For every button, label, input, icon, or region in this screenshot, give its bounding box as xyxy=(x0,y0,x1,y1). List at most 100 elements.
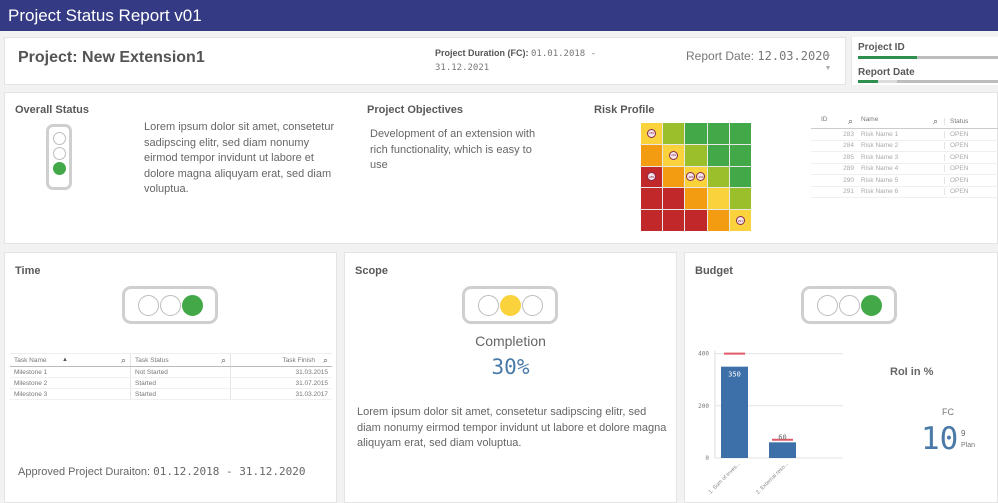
risk-cell[interactable] xyxy=(663,166,685,188)
budget-bar-chart[interactable]: 0 200 400 350 1. Sum of inves... 60 2. Externa… xyxy=(685,343,855,503)
scope-text: Lorem ipsum dolor sit amet, consetetur s… xyxy=(357,406,667,449)
risk-table-row[interactable]: 291 Risk Name 6 OPEN xyxy=(811,187,998,198)
budget-traffic-light xyxy=(801,286,897,324)
summary-panel: Overall Status Lorem ipsum dolor sit ame… xyxy=(4,92,998,244)
overall-traffic-light xyxy=(46,124,72,190)
risk-table: ID ⌕ Name ⌕ Status 283 Risk Name 1 OPEN 284… xyxy=(811,115,998,198)
task-finish: 31.03.2015 xyxy=(230,367,332,377)
task-table-row[interactable]: Milestone 2 Started 31.07.2015 xyxy=(10,378,332,389)
report-date-label: Report Date: xyxy=(686,49,755,63)
risk-marker[interactable]: 290 xyxy=(696,172,706,182)
risk-cell[interactable] xyxy=(707,166,729,188)
sort-ascending-icon[interactable]: ▲ xyxy=(62,357,68,363)
risk-cell[interactable] xyxy=(707,123,729,144)
risk-cell[interactable] xyxy=(685,144,707,166)
risk-cell[interactable] xyxy=(707,144,729,166)
task-table-row[interactable]: Milestone 1 Not Started 31.03.2015 xyxy=(10,367,332,378)
risk-col-name[interactable]: Name ⌕ xyxy=(859,116,944,127)
risk-name: Risk Name 1 xyxy=(861,130,899,138)
risk-marker[interactable]: 284 xyxy=(669,150,679,160)
search-icon[interactable]: ⌕ xyxy=(933,116,938,127)
data-label: 350 xyxy=(728,371,741,379)
risk-cell[interactable] xyxy=(641,188,663,210)
risk-col-id[interactable]: ID ⌕ xyxy=(811,116,859,127)
approved-duration-value: 01.12.2018 - 31.12.2020 xyxy=(153,465,306,478)
risk-status: OPEN xyxy=(944,176,998,184)
risk-table-row[interactable]: 289 Risk Name 4 OPEN xyxy=(811,164,998,175)
task-table: Task Name ▲ ⌕ Task Status ⌕ Task Finish … xyxy=(10,353,332,400)
filter-selected-fill xyxy=(858,80,878,83)
risk-id: 290 xyxy=(843,176,854,184)
risk-cell[interactable] xyxy=(729,166,751,188)
filter-alternative-fill xyxy=(877,80,898,83)
light-red xyxy=(52,132,66,145)
risk-cell[interactable] xyxy=(707,210,729,231)
search-icon[interactable]: ⌕ xyxy=(848,116,853,127)
risk-cell[interactable] xyxy=(663,123,685,144)
search-icon[interactable]: ⌕ xyxy=(121,355,126,366)
risk-cell[interactable]: 285 xyxy=(641,166,663,188)
time-title: Time xyxy=(15,265,41,277)
risk-cell[interactable]: 289 290 xyxy=(685,166,707,188)
risk-col-id-label: ID xyxy=(821,116,828,123)
x-tick-label: 2. External reso... xyxy=(755,461,790,496)
risk-cell[interactable] xyxy=(641,144,663,166)
risk-cell[interactable] xyxy=(663,210,685,231)
task-col-finish[interactable]: Task Finish ⌕ xyxy=(230,354,332,366)
risk-name: Risk Name 2 xyxy=(861,142,899,150)
filter-selection-bar xyxy=(858,80,998,83)
search-icon[interactable]: ⌕ xyxy=(221,355,226,366)
light-green xyxy=(521,294,543,316)
scope-title: Scope xyxy=(355,265,389,277)
header-panel: Project: New Extension1 Project Duration… xyxy=(4,37,846,85)
project-title: Project: New Extension1 xyxy=(18,49,205,66)
light-yellow xyxy=(52,147,66,160)
filter-selection-bar xyxy=(858,56,998,59)
light-red xyxy=(816,294,838,316)
task-finish: 31.03.2017 xyxy=(230,389,332,399)
risk-table-body: 283 Risk Name 1 OPEN 284 Risk Name 2 OPEN 285 R… xyxy=(811,129,998,198)
risk-matrix[interactable]: 283 284 285 289 290 291 xyxy=(641,123,751,231)
risk-id: 289 xyxy=(843,165,854,173)
objectives-title: Project Objectives xyxy=(367,104,463,116)
risk-marker[interactable]: 289 xyxy=(686,172,696,182)
bar xyxy=(769,442,796,458)
risk-col-status[interactable]: Status xyxy=(944,118,998,125)
scroll-up-icon[interactable]: ▲ xyxy=(823,48,833,62)
scroll-down-icon[interactable]: ▼ xyxy=(823,62,833,76)
risk-table-row[interactable]: 284 Risk Name 2 OPEN xyxy=(811,141,998,152)
risk-marker[interactable]: 291 xyxy=(735,216,745,226)
risk-cell[interactable]: 291 xyxy=(729,210,751,231)
risk-table-row[interactable]: 285 Risk Name 3 OPEN xyxy=(811,152,998,164)
risk-cell[interactable] xyxy=(729,123,751,144)
risk-cell[interactable] xyxy=(685,123,707,144)
task-col-name-label: Task Name xyxy=(14,356,47,364)
risk-cell[interactable] xyxy=(729,188,751,210)
risk-cell[interactable] xyxy=(685,188,707,210)
app-title: Project Status Report v01 xyxy=(8,6,202,25)
risk-table-row[interactable]: 290 Risk Name 5 OPEN xyxy=(811,175,998,187)
task-col-name[interactable]: Task Name ▲ ⌕ xyxy=(10,354,130,366)
task-table-header: Task Name ▲ ⌕ Task Status ⌕ Task Finish … xyxy=(10,353,332,367)
task-table-row[interactable]: Milestone 3 Started 31.03.2017 xyxy=(10,389,332,400)
risk-cell[interactable]: 283 xyxy=(641,123,663,144)
filter-report-date[interactable]: Report Date xyxy=(858,67,998,83)
task-col-status[interactable]: Task Status ⌕ xyxy=(130,354,230,366)
risk-marker[interactable]: 285 xyxy=(647,172,657,182)
risk-table-row[interactable]: 283 Risk Name 1 OPEN xyxy=(811,129,998,141)
risk-cell[interactable] xyxy=(663,188,685,210)
search-icon[interactable]: ⌕ xyxy=(323,355,328,366)
task-col-status-label: Task Status xyxy=(135,356,169,364)
overall-status-title: Overall Status xyxy=(15,104,89,116)
risk-cell[interactable] xyxy=(707,188,729,210)
risk-cell[interactable]: 284 xyxy=(663,144,685,166)
risk-cell[interactable] xyxy=(685,210,707,231)
task-status: Started xyxy=(130,389,230,399)
overall-status-text: Lorem ipsum dolor sit amet, consetetur s… xyxy=(144,121,335,195)
risk-cell[interactable] xyxy=(641,210,663,231)
risk-cell[interactable] xyxy=(729,144,751,166)
x-tick-label: 1. Sum of inves... xyxy=(708,461,743,496)
filter-project-id[interactable]: Project ID xyxy=(858,42,998,59)
risk-marker[interactable]: 283 xyxy=(647,128,657,138)
header-scrollbar[interactable]: ▲ ▼ xyxy=(823,48,833,76)
